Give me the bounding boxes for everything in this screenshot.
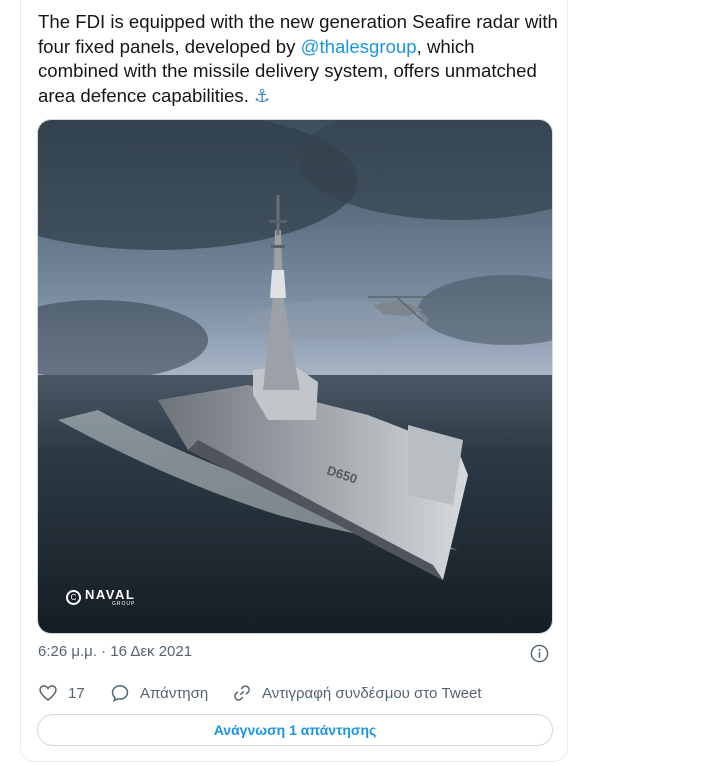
action-bar: 17 Απάντηση Αντιγραφή συνδέσμου στο Twee… (38, 683, 558, 705)
reply-label: Απάντηση (140, 684, 209, 702)
link-icon (234, 685, 250, 701)
tweet-text: The FDI is equipped with the new generat… (38, 10, 558, 108)
copyright-icon: C (66, 589, 81, 605)
timestamp[interactable]: 6:26 μ.μ. · 16 Δεκ 2021 (38, 643, 192, 660)
copy-link-label: Αντιγραφή συνδέσμου στο Tweet (262, 684, 482, 702)
anchor-emoji: ⚓ (254, 85, 271, 106)
info-icon[interactable] (530, 644, 549, 663)
tweet-image[interactable]: D650 C NAVAL GROUP (37, 119, 553, 634)
like-count: 17 (68, 684, 85, 702)
frigate-illustration: D650 (38, 120, 552, 633)
logo-brand-text: NAVAL (85, 587, 136, 602)
heart-icon (39, 685, 57, 702)
reply-icon (111, 685, 129, 702)
like-button[interactable]: 17 (38, 683, 85, 703)
tweet-text-part: The FDI is equipped with the new generat… (38, 11, 558, 57)
copy-link-button[interactable]: Αντιγραφή συνδέσμου στο Tweet (232, 683, 482, 703)
reply-button[interactable]: Απάντηση (110, 683, 208, 703)
logo-sub-text: GROUP (112, 601, 136, 607)
read-replies-button[interactable]: Ανάγνωση 1 απάντησης (37, 714, 553, 746)
naval-group-logo: C NAVAL GROUP (66, 587, 135, 607)
mention-link[interactable]: @thalesgroup (301, 36, 417, 57)
